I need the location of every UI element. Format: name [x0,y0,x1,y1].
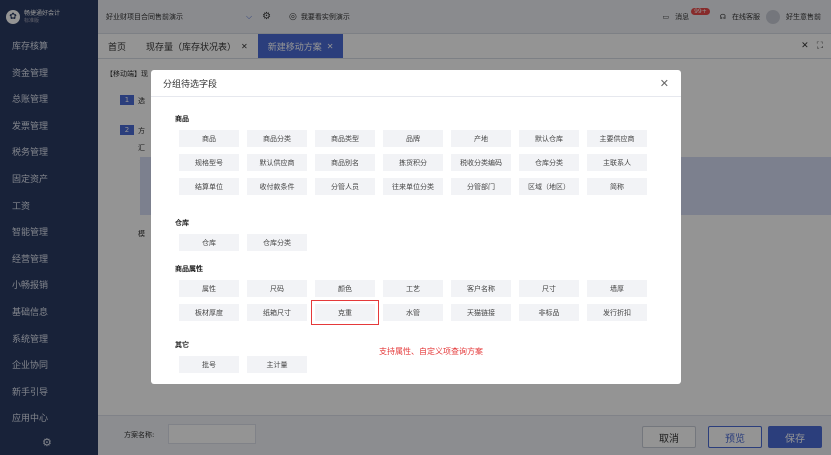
field-chip[interactable]: 分管部门 [451,178,511,195]
field-chip[interactable]: 非标品 [519,304,579,321]
field-chip[interactable]: 收付款条件 [247,178,307,195]
field-chip[interactable]: 克重 [311,300,379,325]
field-chip[interactable]: 品牌 [383,130,443,147]
field-chip[interactable]: 发行折扣 [587,304,647,321]
section-title: 其它 [175,341,189,349]
field-chip[interactable]: 分管人员 [315,178,375,195]
close-icon[interactable]: ✕ [660,77,669,90]
field-chip[interactable]: 颜色 [315,280,375,297]
field-chip[interactable]: 产地 [451,130,511,147]
field-chip[interactable]: 区域（地区） [519,178,579,195]
field-chip[interactable]: 板材厚度 [179,304,239,321]
field-chip[interactable]: 仓库 [179,234,239,251]
section-title: 仓库 [175,219,189,227]
field-chip[interactable]: 商品类型 [315,130,375,147]
field-chip[interactable]: 商品分类 [247,130,307,147]
field-chip[interactable]: 主计量 [247,356,307,373]
field-chip[interactable]: 客户名称 [451,280,511,297]
field-chip[interactable]: 主要供应商 [587,130,647,147]
field-chip[interactable]: 属性 [179,280,239,297]
field-chip[interactable]: 规格型号 [179,154,239,171]
field-chip[interactable]: 天猫链接 [451,304,511,321]
field-chip[interactable]: 尺寸 [519,280,579,297]
feature-note: 支持属性、自定义项查询方案 [379,347,483,356]
field-chip[interactable]: 纸箱尺寸 [247,304,307,321]
section-title: 商品 [175,115,189,123]
group-field-dialog: 分组待选字段 ✕ 商品 商品 商品分类 商品类型 品牌 产地 默认仓库 主要供应商 规格型号 默认… [151,70,681,384]
field-chip[interactable]: 税收分类编码 [451,154,511,171]
field-chip[interactable]: 结算单位 [179,178,239,195]
dialog-title: 分组待选字段 [163,79,218,90]
field-chip[interactable]: 商品别名 [315,154,375,171]
field-chip[interactable]: 往来单位分类 [383,178,443,195]
field-chip[interactable]: 批号 [179,356,239,373]
field-chip[interactable]: 仓库分类 [247,234,307,251]
field-chip[interactable]: 仓库分类 [519,154,579,171]
section-title: 商品属性 [175,265,203,273]
field-chip[interactable]: 水管 [383,304,443,321]
field-chip[interactable]: 拣货积分 [383,154,443,171]
dialog-header: 分组待选字段 ✕ [151,70,681,97]
field-chip[interactable]: 简称 [587,178,647,195]
field-chip[interactable]: 墙厚 [587,280,647,297]
field-chip[interactable]: 默认供应商 [247,154,307,171]
field-chip[interactable]: 主联系人 [587,154,647,171]
field-chip[interactable]: 默认仓库 [519,130,579,147]
field-chip[interactable]: 尺码 [247,280,307,297]
field-chip[interactable]: 工艺 [383,280,443,297]
field-chip[interactable]: 商品 [179,130,239,147]
